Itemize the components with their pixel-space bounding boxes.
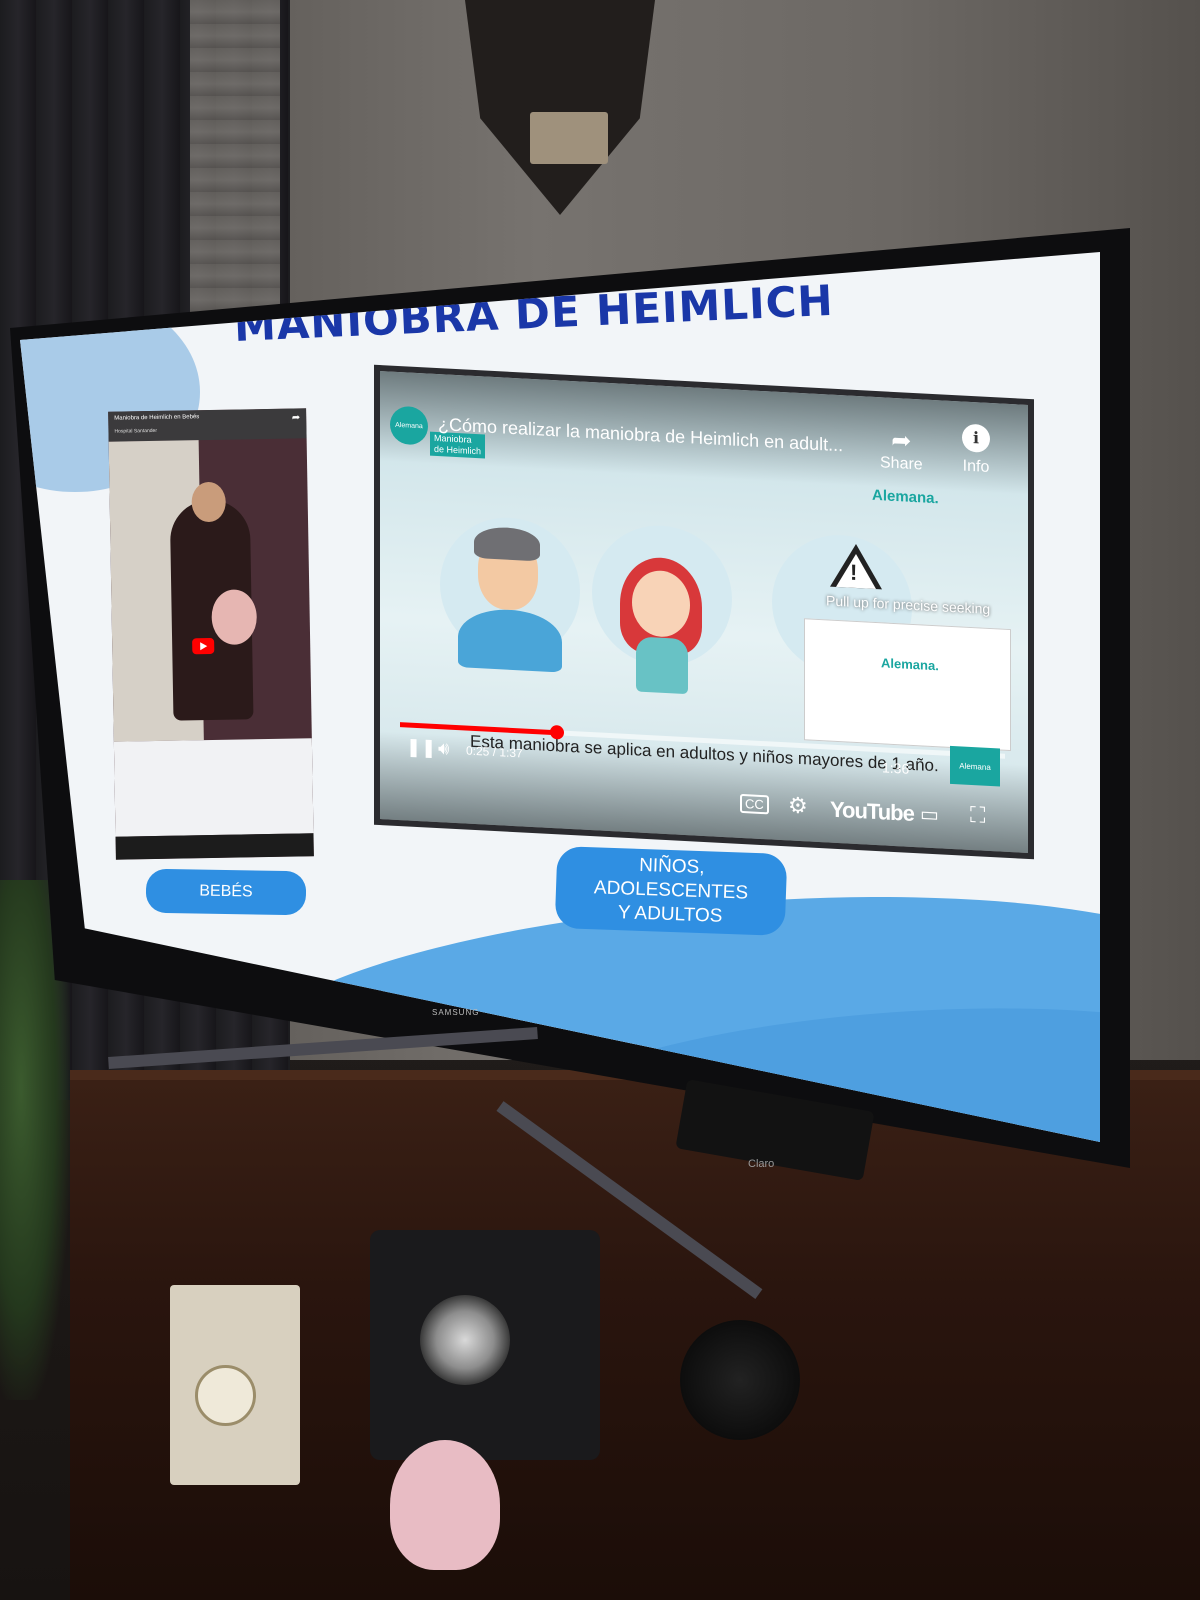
captions-icon[interactable]: CC — [740, 793, 769, 815]
settings-gear-icon[interactable]: ⚙ — [788, 792, 808, 819]
video-embed-adults[interactable]: Alemana Maniobra de Heimlich ¿Cómo reali… — [374, 364, 1034, 860]
video-header — [108, 408, 307, 442]
speaker — [680, 1320, 800, 1440]
video-scene — [113, 738, 314, 837]
share-button[interactable]: ➦ Share — [880, 425, 923, 474]
brand-corner-badge: Alemana — [950, 745, 1000, 787]
shield-plate — [530, 112, 608, 164]
video-scene — [115, 833, 314, 860]
children-adults-button[interactable]: NIÑOS, ADOLESCENTES Y ADULTOS — [554, 846, 788, 936]
warning-exclamation: ! — [850, 559, 858, 586]
share-icon[interactable]: ➦ — [292, 412, 301, 423]
video-embed-babies[interactable]: Maniobra de Heimlich en Bebés Hospital S… — [108, 408, 314, 860]
tv-brand-logo: SAMSUNG — [432, 1008, 480, 1017]
airplay-icon[interactable]: ▭ — [920, 801, 939, 827]
seek-preview-thumbnail: Alemana. — [804, 618, 1011, 752]
preview-brand: Alemana. — [881, 655, 939, 674]
fullscreen-icon[interactable]: ⛶ — [970, 802, 985, 829]
channel-name[interactable]: Hospital Santander — [114, 428, 157, 435]
info-icon: i — [962, 423, 990, 453]
curtain-edge — [190, 0, 280, 330]
pause-button[interactable]: ❚❚ — [406, 736, 436, 759]
ceramic-figurine — [390, 1440, 500, 1570]
info-button[interactable]: i Info — [962, 423, 990, 477]
volume-icon[interactable]: 🔊︎ — [438, 738, 449, 760]
child-illustration — [636, 636, 688, 695]
brand-watermark: Alemana. — [872, 486, 939, 508]
clock-face — [195, 1365, 256, 1426]
preview-time: 1:36 — [882, 759, 910, 777]
youtube-play-icon[interactable] — [192, 637, 215, 655]
current-time: 0:25 / 1:37 — [466, 743, 523, 761]
stereo-volume-knob — [420, 1295, 510, 1385]
share-icon: ➦ — [891, 426, 912, 455]
info-label: Info — [962, 457, 990, 476]
youtube-logo[interactable]: YouTube — [830, 797, 914, 827]
set-top-box-brand: Claro — [748, 1158, 775, 1170]
share-label: Share — [880, 454, 923, 474]
babies-button[interactable]: BEBÉS — [145, 868, 307, 916]
